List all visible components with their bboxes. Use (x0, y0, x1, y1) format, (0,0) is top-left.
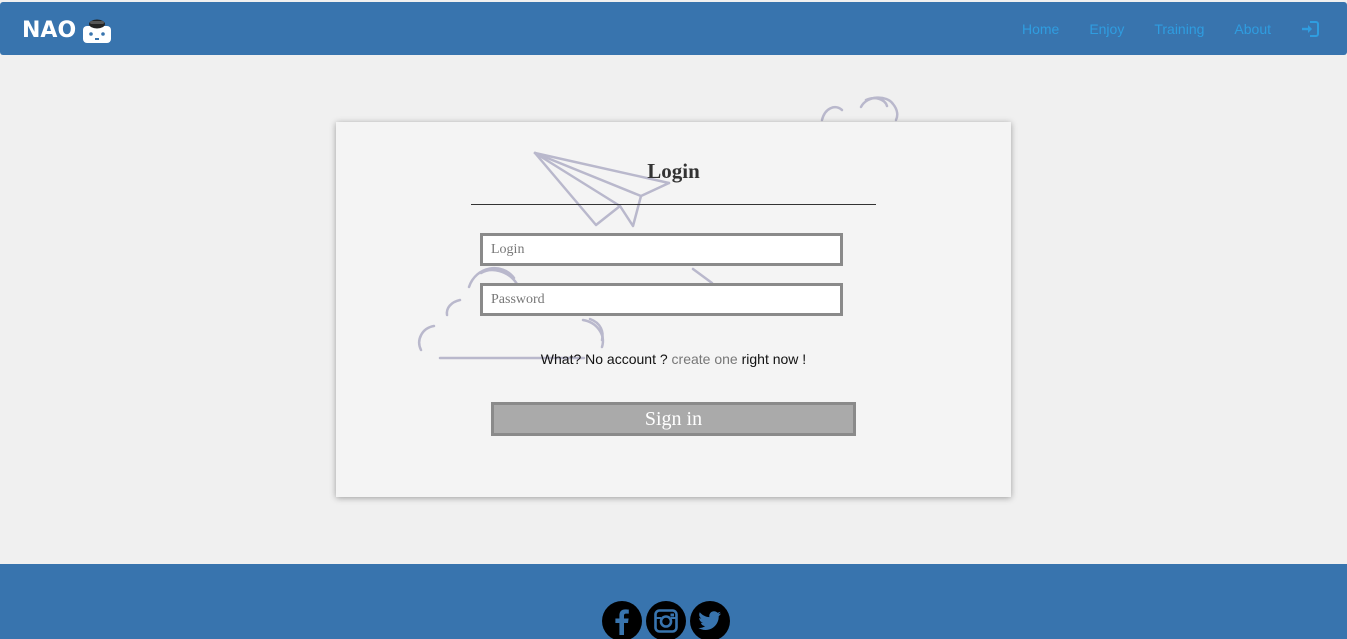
login-input[interactable] (480, 233, 843, 266)
sign-in-icon[interactable] (1301, 20, 1319, 37)
nav-link-training[interactable]: Training (1154, 21, 1204, 37)
nav-link-enjoy[interactable]: Enjoy (1089, 21, 1124, 37)
brand[interactable]: NAO (22, 16, 112, 46)
login-title: Login (647, 159, 700, 183)
nav-links: Home Enjoy Training About (1022, 2, 1347, 55)
nav-link-home[interactable]: Home (1022, 21, 1059, 37)
sign-in-button[interactable]: Sign in (491, 402, 856, 436)
top-navbar: NAO Home Enjoy Training About (0, 2, 1347, 55)
footer (0, 564, 1347, 639)
facebook-icon[interactable] (602, 601, 642, 639)
account-prompt-suffix: right now ! (741, 351, 807, 367)
create-account-prompt: What? No account ? create one right now … (336, 351, 1011, 367)
create-account-link[interactable]: create one (672, 351, 738, 367)
password-input[interactable] (480, 283, 843, 316)
title-divider (471, 204, 876, 205)
brand-name: NAO (22, 18, 77, 43)
instagram-icon[interactable] (646, 601, 686, 639)
nav-link-about[interactable]: About (1234, 21, 1271, 37)
robot-logo-icon (83, 19, 112, 43)
account-prompt-prefix: What? No account ? (540, 351, 668, 367)
login-card: Login What? No account ? create one righ… (336, 122, 1011, 497)
twitter-icon[interactable] (690, 601, 730, 639)
